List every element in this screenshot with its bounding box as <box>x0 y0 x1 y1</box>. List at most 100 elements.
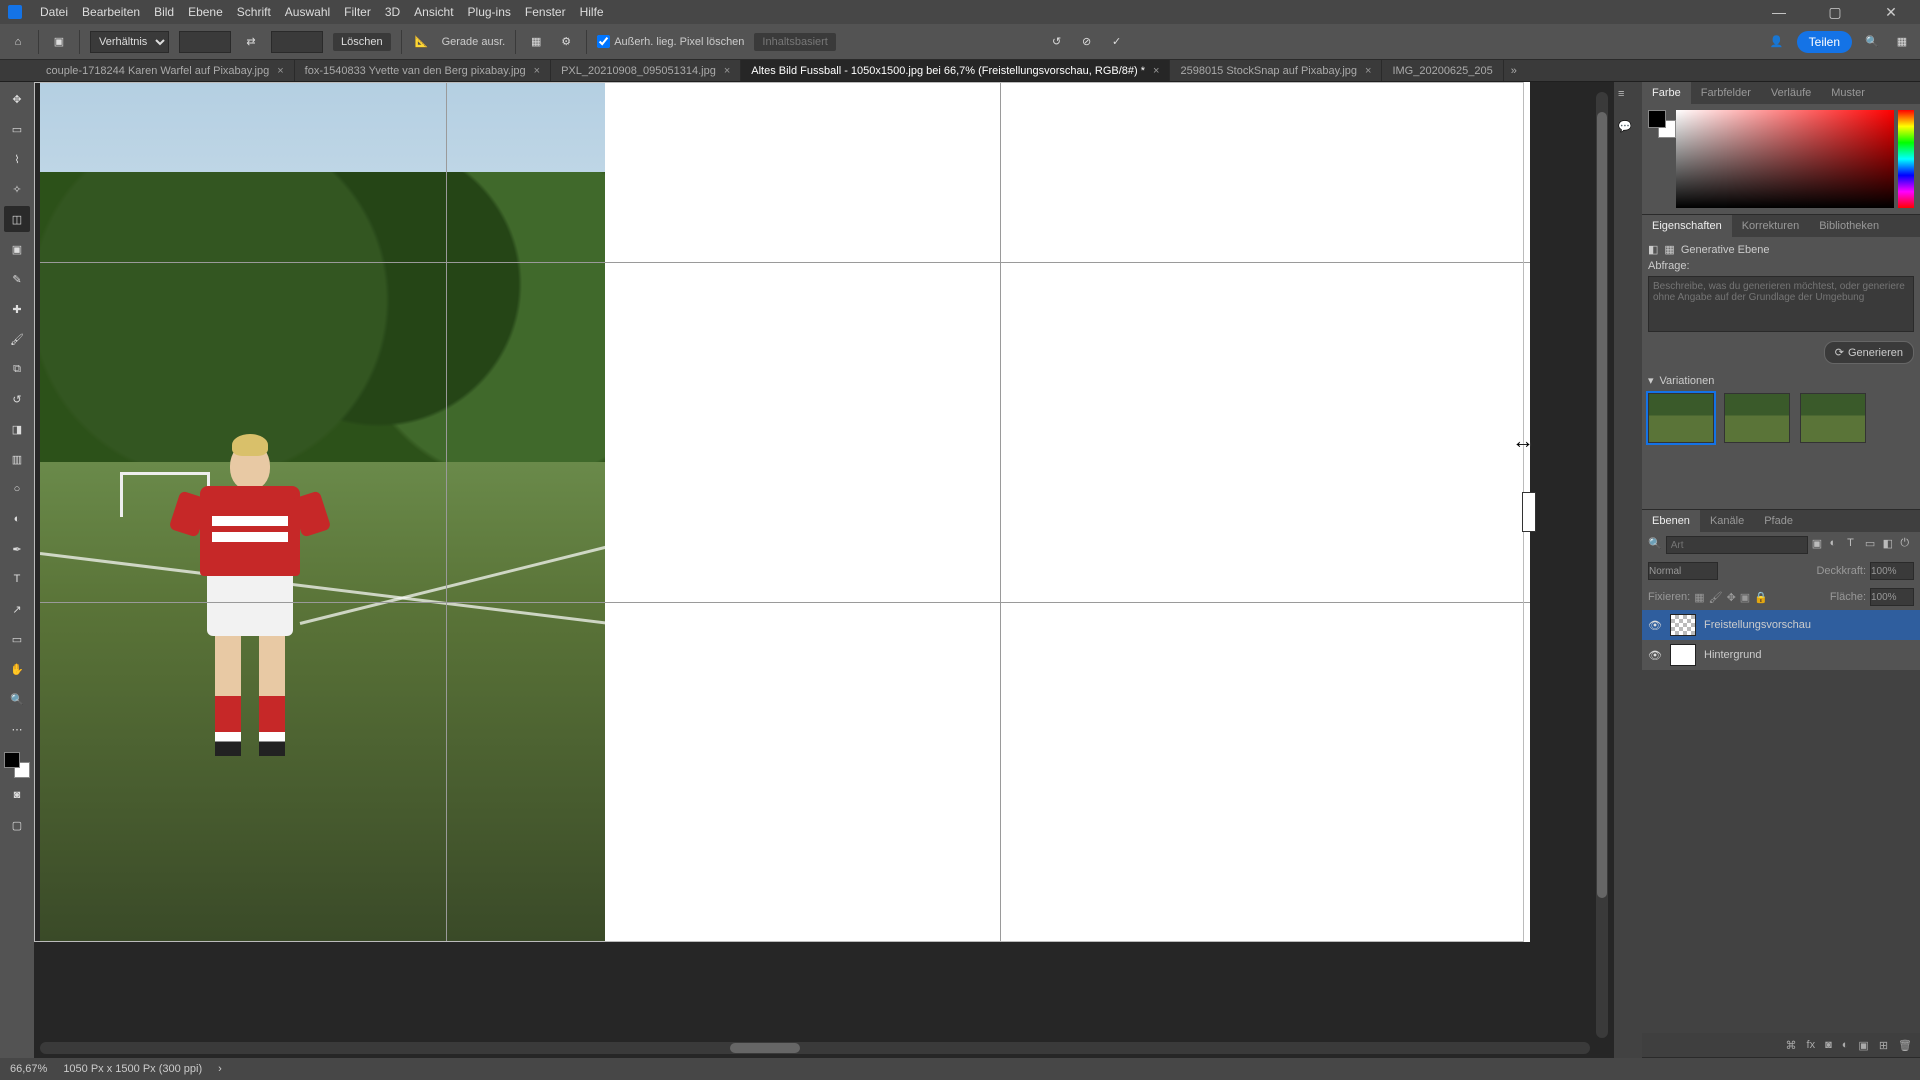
home-icon[interactable]: ⌂ <box>8 32 28 52</box>
menu-datei[interactable]: Datei <box>40 5 68 19</box>
doc-tab[interactable]: fox-1540833 Yvette van den Berg pixabay.… <box>295 60 551 81</box>
menu-hilfe[interactable]: Hilfe <box>580 5 604 19</box>
variation-thumb-2[interactable] <box>1724 393 1790 443</box>
adjustment-layer-icon[interactable]: ◐ <box>1842 1039 1849 1051</box>
filter-smart-icon[interactable]: ◧ <box>1883 537 1897 553</box>
window-maximize-icon[interactable]: ▢ <box>1814 0 1856 24</box>
quickmask-icon[interactable]: ◙ <box>4 782 30 808</box>
chevron-right-icon[interactable]: › <box>218 1063 222 1075</box>
swap-dimensions-icon[interactable]: ⇄ <box>241 32 261 52</box>
lock-all-icon[interactable]: 🔒 <box>1754 591 1768 604</box>
scrollbar-thumb[interactable] <box>1597 112 1607 898</box>
menu-filter[interactable]: Filter <box>344 5 371 19</box>
close-icon[interactable]: × <box>1153 65 1159 77</box>
crop-bounds[interactable] <box>34 82 1524 942</box>
delete-layer-icon[interactable]: 🗑 <box>1898 1039 1912 1052</box>
healing-tool-icon[interactable]: ✚ <box>4 296 30 322</box>
tab-verlaeufe[interactable]: Verläufe <box>1761 82 1821 104</box>
user-icon[interactable]: 👤 <box>1767 32 1787 52</box>
tab-kanaele[interactable]: Kanäle <box>1700 510 1754 532</box>
opacity-input[interactable] <box>1870 562 1914 580</box>
color-swatches[interactable] <box>4 752 30 778</box>
variation-thumb-1[interactable] <box>1648 393 1714 443</box>
menu-schrift[interactable]: Schrift <box>237 5 271 19</box>
layer-name[interactable]: Freistellungsvorschau <box>1704 619 1811 631</box>
tab-farbfelder[interactable]: Farbfelder <box>1691 82 1761 104</box>
menu-fenster[interactable]: Fenster <box>525 5 566 19</box>
eraser-tool-icon[interactable]: ◨ <box>4 416 30 442</box>
tabs-overflow-icon[interactable]: » <box>1504 60 1524 81</box>
doc-tab[interactable]: 2598015 StockSnap auf Pixabay.jpg× <box>1170 60 1382 81</box>
lock-position-icon[interactable]: ✥ <box>1727 591 1736 604</box>
generate-button[interactable]: ⟳Generieren <box>1824 341 1914 364</box>
lock-transparency-icon[interactable]: ▦ <box>1694 591 1704 604</box>
overlay-grid-icon[interactable]: ▦ <box>526 32 546 52</box>
filter-adjust-icon[interactable]: ◐ <box>1829 537 1843 553</box>
collapsed-panel-icon[interactable]: ≡ <box>1618 88 1638 108</box>
menu-ansicht[interactable]: Ansicht <box>414 5 453 19</box>
layer-mask-icon[interactable]: ◙ <box>1825 1039 1832 1051</box>
filter-type-icon[interactable]: T <box>1847 537 1861 553</box>
shape-tool-icon[interactable]: ▭ <box>4 626 30 652</box>
color-field[interactable] <box>1676 110 1894 208</box>
horizontal-scrollbar[interactable] <box>40 1042 1590 1054</box>
frame-tool-icon[interactable]: ▣ <box>4 236 30 262</box>
doc-tab[interactable]: couple-1718244 Karen Warfel auf Pixabay.… <box>36 60 295 81</box>
layer-filter-input[interactable] <box>1666 536 1808 554</box>
ratio-height-input[interactable] <box>271 31 323 53</box>
crop-handle-right[interactable] <box>1522 492 1536 532</box>
crop-tool-icon[interactable]: ▣ <box>49 32 69 52</box>
menu-bearbeiten[interactable]: Bearbeiten <box>82 5 140 19</box>
blend-mode-select[interactable] <box>1648 562 1718 580</box>
screenmode-icon[interactable]: ▢ <box>4 812 30 838</box>
commit-crop-icon[interactable]: ✓ <box>1107 32 1127 52</box>
zoom-level[interactable]: 66,67% <box>10 1063 47 1075</box>
collapsed-panel-icon[interactable]: 💬 <box>1618 120 1638 140</box>
hand-tool-icon[interactable]: ✋ <box>4 656 30 682</box>
type-tool-icon[interactable]: T <box>4 566 30 592</box>
tab-bibliotheken[interactable]: Bibliotheken <box>1809 215 1889 237</box>
canvas-area[interactable]: ↔ <box>34 82 1614 1058</box>
chevron-down-icon[interactable]: ▾ <box>1648 374 1654 387</box>
doc-tab[interactable]: PXL_20210908_095051314.jpg× <box>551 60 741 81</box>
fg-bg-swatch[interactable] <box>1648 110 1672 208</box>
reset-crop-icon[interactable]: ↺ <box>1047 32 1067 52</box>
menu-bild[interactable]: Bild <box>154 5 174 19</box>
new-layer-icon[interactable]: ⊞ <box>1879 1039 1888 1052</box>
tab-farbe[interactable]: Farbe <box>1642 82 1691 104</box>
cancel-crop-icon[interactable]: ⊘ <box>1077 32 1097 52</box>
lasso-tool-icon[interactable]: ⌇ <box>4 146 30 172</box>
tab-korrekturen[interactable]: Korrekturen <box>1732 215 1809 237</box>
gradient-tool-icon[interactable]: ▥ <box>4 446 30 472</box>
menu-plugins[interactable]: Plug-ins <box>468 5 511 19</box>
close-icon[interactable]: × <box>534 65 540 77</box>
marquee-tool-icon[interactable]: ▭ <box>4 116 30 142</box>
tab-pfade[interactable]: Pfade <box>1754 510 1803 532</box>
fill-input[interactable] <box>1870 588 1914 606</box>
ratio-width-input[interactable] <box>179 31 231 53</box>
path-tool-icon[interactable]: ↗ <box>4 596 30 622</box>
ratio-preset-select[interactable]: Verhältnis <box>90 31 169 53</box>
doc-tab[interactable]: IMG_20200625_205 <box>1382 60 1503 81</box>
window-close-icon[interactable]: ✕ <box>1870 0 1912 24</box>
layer-name[interactable]: Hintergrund <box>1704 649 1761 661</box>
close-icon[interactable]: × <box>277 65 283 77</box>
filter-image-icon[interactable]: ▣ <box>1812 537 1826 553</box>
lock-artboard-icon[interactable]: ▣ <box>1740 591 1750 604</box>
prompt-input[interactable] <box>1648 276 1914 332</box>
menu-auswahl[interactable]: Auswahl <box>285 5 330 19</box>
clear-ratio-button[interactable]: Löschen <box>333 33 391 51</box>
menu-3d[interactable]: 3D <box>385 5 400 19</box>
close-icon[interactable]: × <box>1365 65 1371 77</box>
link-layers-icon[interactable]: ⌘ <box>1786 1039 1797 1052</box>
tab-eigenschaften[interactable]: Eigenschaften <box>1642 215 1732 237</box>
vertical-scrollbar[interactable] <box>1596 92 1608 1038</box>
blur-tool-icon[interactable]: ○ <box>4 476 30 502</box>
doc-tab-active[interactable]: Altes Bild Fussball - 1050x1500.jpg bei … <box>741 60 1170 81</box>
menu-ebene[interactable]: Ebene <box>188 5 223 19</box>
stamp-tool-icon[interactable]: ⧉ <box>4 356 30 382</box>
search-icon[interactable]: 🔍 <box>1648 537 1662 553</box>
brush-tool-icon[interactable]: 🖌 <box>4 326 30 352</box>
share-button[interactable]: Teilen <box>1797 31 1852 53</box>
filter-toggle-icon[interactable]: ⏻ <box>1900 537 1914 553</box>
